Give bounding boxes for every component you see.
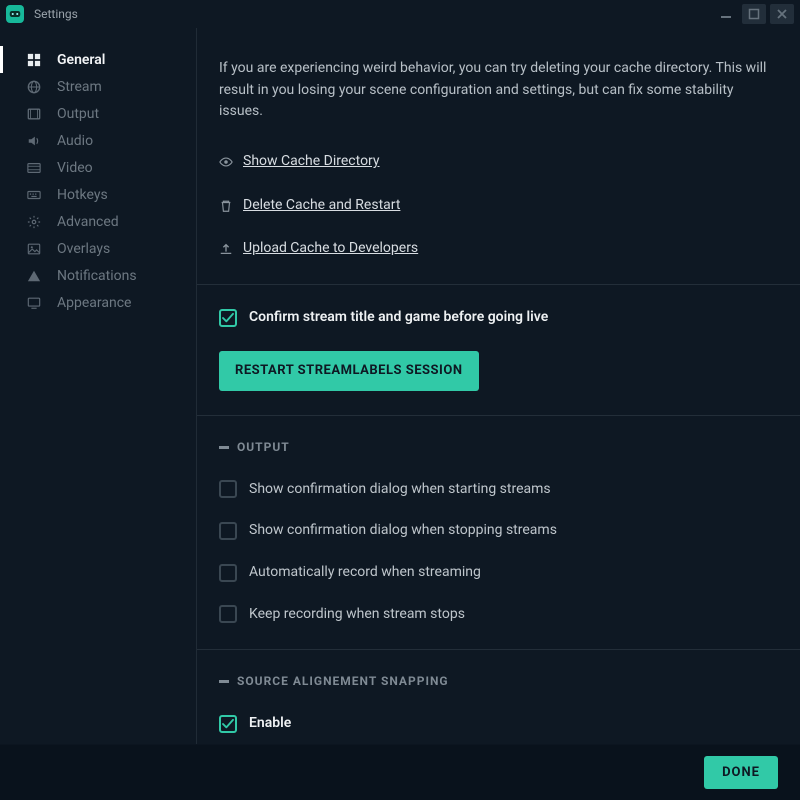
- checkbox[interactable]: [219, 480, 237, 498]
- sidebar-item-advanced[interactable]: Advanced: [0, 208, 196, 235]
- output-stop-confirm-row[interactable]: Show confirmation dialog when stopping s…: [219, 520, 774, 542]
- window-title: Settings: [34, 7, 78, 21]
- checkbox[interactable]: [219, 564, 237, 582]
- snapping-enable-row[interactable]: Enable: [219, 713, 774, 735]
- volume-icon: [25, 133, 43, 149]
- checkbox-label: Automatically record when streaming: [249, 562, 481, 584]
- sidebar-item-label: Appearance: [57, 295, 131, 311]
- keyboard-icon: [25, 187, 43, 203]
- checkbox-label: Show confirmation dialog when starting s…: [249, 479, 551, 501]
- sidebar-item-label: Stream: [57, 79, 102, 95]
- delete-cache-link[interactable]: Delete Cache and Restart: [219, 195, 774, 217]
- sidebar-item-label: Hotkeys: [57, 187, 108, 203]
- output-keep-recording-row[interactable]: Keep recording when stream stops: [219, 604, 774, 626]
- output-start-confirm-row[interactable]: Show confirmation dialog when starting s…: [219, 479, 774, 501]
- output-group-header[interactable]: OUTPUT: [219, 438, 774, 457]
- done-button[interactable]: DONE: [704, 756, 778, 789]
- settings-sidebar: General Stream Output Audio Video Hotkey…: [0, 28, 197, 744]
- image-icon: [25, 241, 43, 257]
- sidebar-item-label: Audio: [57, 133, 93, 149]
- sidebar-item-hotkeys[interactable]: Hotkeys: [0, 181, 196, 208]
- sidebar-item-general[interactable]: General: [0, 46, 196, 73]
- sidebar-item-appearance[interactable]: Appearance: [0, 289, 196, 316]
- sidebar-item-label: Advanced: [57, 214, 119, 230]
- sidebar-item-stream[interactable]: Stream: [0, 73, 196, 100]
- trash-icon: [219, 199, 235, 213]
- sidebar-item-video[interactable]: Video: [0, 154, 196, 181]
- show-cache-link[interactable]: Show Cache Directory: [219, 151, 774, 173]
- sidebar-item-output[interactable]: Output: [0, 100, 196, 127]
- checkbox[interactable]: [219, 605, 237, 623]
- confirm-title-checkbox-row[interactable]: Confirm stream title and game before goi…: [219, 307, 774, 329]
- output-auto-record-row[interactable]: Automatically record when streaming: [219, 562, 774, 584]
- sidebar-item-label: Notifications: [57, 268, 137, 284]
- sidebar-item-label: General: [57, 52, 105, 68]
- sliders-icon: [25, 214, 43, 230]
- grid-icon: [25, 52, 43, 68]
- upload-cache-link[interactable]: Upload Cache to Developers: [219, 238, 774, 260]
- collapse-icon: [219, 446, 229, 449]
- checkbox-label: Keep recording when stream stops: [249, 604, 465, 626]
- checkbox[interactable]: [219, 309, 237, 327]
- link-label: Upload Cache to Developers: [243, 238, 418, 260]
- settings-footer: DONE: [0, 744, 800, 800]
- warning-icon: [25, 268, 43, 284]
- link-label: Show Cache Directory: [243, 151, 380, 173]
- checkbox-label: Enable: [249, 713, 291, 735]
- monitor-icon: [25, 295, 43, 311]
- app-icon: [6, 5, 24, 23]
- sidebar-item-notifications[interactable]: Notifications: [0, 262, 196, 289]
- globe-icon: [25, 79, 43, 95]
- checkbox[interactable]: [219, 522, 237, 540]
- restart-streamlabels-button[interactable]: RESTART STREAMLABELS SESSION: [219, 351, 479, 391]
- snapping-group-header[interactable]: SOURCE ALIGNEMENT SNAPPING: [219, 672, 774, 691]
- eye-icon: [219, 155, 235, 169]
- link-label: Delete Cache and Restart: [243, 195, 400, 217]
- window-maximize-button[interactable]: [742, 4, 766, 24]
- collapse-icon: [219, 680, 229, 683]
- group-title: OUTPUT: [237, 438, 290, 457]
- sidebar-item-audio[interactable]: Audio: [0, 127, 196, 154]
- checkbox[interactable]: [219, 715, 237, 733]
- sidebar-item-label: Overlays: [57, 241, 110, 257]
- sidebar-item-overlays[interactable]: Overlays: [0, 235, 196, 262]
- checkbox-label: Confirm stream title and game before goi…: [249, 307, 548, 329]
- settings-content: If you are experiencing weird behavior, …: [197, 28, 800, 744]
- group-title: SOURCE ALIGNEMENT SNAPPING: [237, 672, 449, 691]
- window-minimize-button[interactable]: [714, 4, 738, 24]
- titlebar: Settings: [0, 0, 800, 28]
- sidebar-item-label: Video: [57, 160, 93, 176]
- filmstrip-icon: [25, 160, 43, 176]
- window-close-button[interactable]: [770, 4, 794, 24]
- sidebar-item-label: Output: [57, 106, 99, 122]
- checkbox-label: Show confirmation dialog when stopping s…: [249, 520, 557, 542]
- upload-icon: [219, 242, 235, 256]
- cache-description: If you are experiencing weird behavior, …: [219, 58, 774, 123]
- film-icon: [25, 106, 43, 122]
